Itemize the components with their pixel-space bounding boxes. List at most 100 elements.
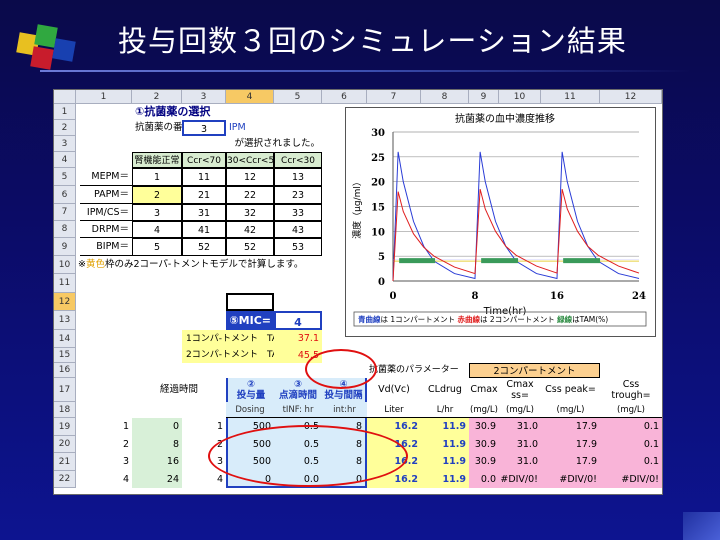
unit-label: (mg/L) — [541, 402, 600, 418]
y-tick-label: 0 — [378, 277, 385, 288]
cl-header: CLdrug — [428, 384, 462, 395]
renal-dose-cell: 31 — [182, 204, 226, 221]
select-all-corner[interactable] — [54, 90, 76, 104]
csspeak-value: 17.9 — [541, 453, 600, 471]
renal-dose-cell: 23 — [274, 186, 322, 204]
chart-title: 抗菌薬の血中濃度推移 — [455, 112, 555, 125]
column-header[interactable]: 12 — [600, 90, 662, 104]
legend-red: 赤曲線 — [458, 314, 481, 324]
column-header[interactable]: 10 — [499, 90, 541, 104]
tam-segment — [563, 258, 601, 264]
chart-legend: 青曲線は 1コンパートメント 赤曲線は 2コンパートメント 緑線はTAM(%) — [358, 314, 608, 324]
row-header[interactable]: 8 — [54, 221, 76, 238]
cl-value: 11.9 — [421, 471, 469, 488]
column-header[interactable]: 2 — [132, 90, 182, 104]
unit-label: (mg/L) — [499, 402, 541, 418]
csspeak-value: #DIV/0! — [541, 471, 600, 488]
row-header[interactable]: 11 — [54, 274, 76, 293]
note-rest: 枠のみ2コーパ-トメントモデルで計算します。 — [104, 259, 304, 270]
row-header[interactable]: 12 — [54, 293, 76, 311]
cl-value: 11.9 — [421, 436, 469, 453]
elapsed-time: 0 — [132, 418, 182, 436]
row-header[interactable]: 7 — [54, 204, 76, 221]
active-cell[interactable] — [226, 293, 274, 311]
row-header[interactable]: 6 — [54, 186, 76, 204]
row-header[interactable]: 9 — [54, 238, 76, 256]
cmax-header: Cmax — [470, 384, 498, 395]
renal-dose-cell: 41 — [182, 221, 226, 238]
legend-red-rest: は 2コンパートメント — [480, 315, 557, 324]
unit-label: Liter — [367, 402, 421, 418]
section1-title: ①抗菌薬の選択 — [135, 105, 211, 118]
row-header[interactable]: 17 — [54, 378, 76, 402]
unit-label: tINF: hr — [274, 402, 322, 418]
renal-dose-cell: 1 — [132, 168, 182, 186]
drug-row-label: DRPM＝ — [80, 221, 132, 238]
column-header[interactable]: 6 — [322, 90, 367, 104]
row-header[interactable]: 18 — [54, 402, 76, 418]
row-header[interactable]: 22 — [54, 471, 76, 488]
column-header[interactable]: 9 — [469, 90, 499, 104]
drug-number-input[interactable]: 3 — [182, 120, 226, 136]
renal-dose-cell: 52 — [226, 238, 274, 256]
renal-header: 腎機能正常 — [132, 152, 182, 168]
mic-label: ⑤MIC= — [226, 311, 274, 330]
legend-blue: 青曲線 — [358, 314, 381, 324]
y-tick-label: 30 — [371, 128, 385, 139]
row-header[interactable]: 1 — [54, 104, 76, 120]
mic-input[interactable]: 4 — [274, 311, 322, 330]
row-header[interactable]: 4 — [54, 152, 76, 168]
renal-dose-cell: 33 — [274, 204, 322, 221]
selected-message: が選択されました。 — [234, 138, 320, 149]
concentration-chart[interactable]: 抗菌薬の血中濃度推移 0 5 10 15 20 25 30 0 8 16 24 Time(hr) 濃度（μ… — [345, 107, 656, 337]
row-header[interactable]: 16 — [54, 363, 76, 378]
dose-index: 2 — [122, 439, 129, 450]
tam1-value: 37.1 — [274, 330, 322, 348]
row-header[interactable]: 13 — [54, 311, 76, 330]
column-header[interactable]: 11 — [541, 90, 600, 104]
renal-dose-cell: 3 — [132, 204, 182, 221]
cmax-value: 0.0 — [469, 471, 499, 488]
renal-header: Ccr<70 — [182, 152, 226, 168]
dose-count: 4 — [216, 474, 223, 485]
column-header[interactable]: 5 — [274, 90, 322, 104]
row-header[interactable]: 15 — [54, 348, 76, 363]
csstrough-value: 0.1 — [600, 453, 662, 471]
renal-dose-cell: 22 — [226, 186, 274, 204]
legend-blue-rest: は 1コンパートメント — [381, 315, 458, 324]
y-tick-label: 20 — [371, 178, 385, 189]
row-header[interactable]: 3 — [54, 136, 76, 152]
renal-dose-cell: 43 — [274, 221, 322, 238]
title-divider — [40, 70, 690, 72]
renal-dose-cell: 12 — [226, 168, 274, 186]
unit-label: L/hr — [421, 402, 469, 418]
csstrough-value: 0.1 — [600, 436, 662, 453]
column-header[interactable]: 3 — [182, 90, 226, 104]
elapsed-time-label: 経過時間 — [159, 384, 198, 395]
cmax-value: 30.9 — [469, 418, 499, 436]
elapsed-time: 8 — [132, 436, 182, 453]
column-header[interactable]: 8 — [421, 90, 469, 104]
y-tick-label: 10 — [371, 227, 385, 238]
chart-canvas: 抗菌薬の血中濃度推移0510152025300 8 16 24Time(hr)濃度（μ… — [351, 112, 647, 327]
cmax-value: 30.9 — [469, 453, 499, 471]
column-header[interactable]: 1 — [76, 90, 132, 104]
row-header[interactable]: 20 — [54, 436, 76, 453]
renal-dose-cell: 21 — [182, 186, 226, 204]
note-prefix: ※ — [78, 259, 86, 270]
row-header[interactable]: 21 — [54, 453, 76, 471]
dose-count: 1 — [216, 421, 223, 432]
renal-dose-cell: 11 — [182, 168, 226, 186]
row-header[interactable]: 14 — [54, 330, 76, 348]
row-header[interactable]: 19 — [54, 418, 76, 436]
column-header[interactable]: 4 — [226, 90, 274, 104]
unit-label: (mg/L) — [469, 402, 499, 418]
series-line-red — [392, 188, 640, 282]
row-header[interactable]: 2 — [54, 120, 76, 136]
highlight-ellipse-dosing — [208, 425, 408, 487]
row-header[interactable]: 5 — [54, 168, 76, 186]
row-header[interactable]: 10 — [54, 256, 76, 274]
renal-dose-cell: 4 — [132, 221, 182, 238]
drug-row-label: IPM/CS＝ — [80, 204, 132, 221]
column-header[interactable]: 7 — [367, 90, 421, 104]
